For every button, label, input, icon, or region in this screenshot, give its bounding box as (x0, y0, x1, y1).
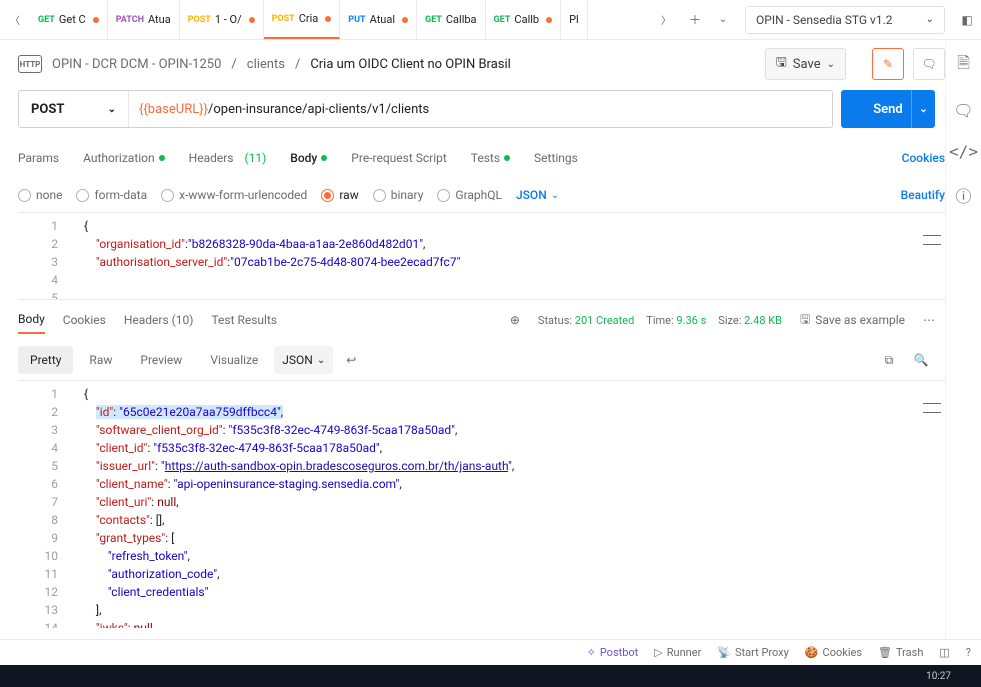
view-preview[interactable]: Preview (128, 346, 194, 374)
response-body-editor[interactable]: 1234567891011121314 { "id": "65c0e21e20a… (18, 380, 945, 628)
cookies-link[interactable]: Cookies (902, 151, 945, 165)
request-tab[interactable]: GETGet C (30, 0, 108, 39)
comment-request-icon[interactable]: 🗨 (913, 48, 945, 80)
request-tab[interactable]: POSTCria (264, 0, 341, 39)
resp-code: { "id": "65c0e21e20a7aa759dffbcc4", "sof… (18, 381, 945, 628)
request-tabs: Params Authorization Headers (11) Body P… (18, 138, 945, 178)
clock: 10:27 (926, 671, 951, 682)
right-rail: 🗎 🗨 </> ⓘ (945, 40, 981, 640)
method-select[interactable]: POST⌄ (19, 91, 129, 127)
body-xwww[interactable]: x-www-form-urlencoded (161, 188, 307, 202)
tab-prerequest[interactable]: Pre-request Script (351, 151, 446, 165)
start-proxy-button[interactable]: 📡 Start Proxy (717, 646, 789, 659)
cookies-button[interactable]: 🍪 Cookies (805, 646, 862, 659)
body-formdata[interactable]: form-data (76, 188, 147, 202)
request-tab[interactable]: GETCallb (486, 0, 562, 39)
beautify-link[interactable]: Beautify (901, 188, 945, 202)
body-type-row: none form-data x-www-form-urlencoded raw… (18, 178, 945, 212)
environment-label: OPIN - Sensedia STG v1.2 (756, 13, 893, 27)
request-tab[interactable]: GETCallba (417, 0, 486, 39)
response-lang-select[interactable]: JSON⌄ (274, 346, 333, 374)
code-icon[interactable]: </> (949, 142, 978, 161)
tab-tests[interactable]: Tests (471, 151, 510, 165)
env-quicklook-icon[interactable]: ◧ (953, 6, 981, 34)
copy-icon[interactable]: ⧉ (875, 346, 903, 374)
save-button[interactable]: 🖫 Save ⌄ (765, 48, 846, 80)
resp-collapse-icon[interactable] (923, 403, 941, 413)
tab-body[interactable]: Body (290, 151, 327, 165)
body-binary[interactable]: binary (373, 188, 424, 202)
url-box: POST⌄ {{baseURL}}/open-insurance/api-cli… (18, 90, 833, 128)
tab-headers[interactable]: Headers (11) (189, 151, 267, 165)
status-bar: ✧ Postbot ▷ Runner 📡 Start Proxy 🍪 Cooki… (0, 639, 981, 665)
status-group: Status: 201 Created Time: 9.36 s Size: 2… (538, 314, 782, 327)
request-body-editor[interactable]: 12345 { "organisation_id":"b8268328-90da… (18, 212, 945, 300)
view-raw[interactable]: Raw (77, 346, 124, 374)
resp-tab-testresults[interactable]: Test Results (211, 313, 277, 327)
resp-tab-cookies[interactable]: Cookies (63, 313, 106, 327)
wrap-icon[interactable]: ↩ (337, 346, 365, 374)
response-tabs: Body Cookies Headers (10) Test Results ⊕… (18, 300, 945, 340)
save-as-example[interactable]: 🖫 Save as example (800, 310, 905, 331)
tab-next[interactable]: 〉 (651, 0, 681, 39)
request-tab[interactable]: PUTAtual (340, 0, 417, 39)
resp-gutter: 1234567891011121314 (18, 381, 74, 628)
postbot-button[interactable]: ✧ Postbot (587, 646, 639, 659)
tab-authorization[interactable]: Authorization (83, 151, 165, 165)
view-visualize[interactable]: Visualize (198, 346, 270, 374)
http-icon: HTTP (18, 55, 42, 73)
runner-button[interactable]: ▷ Runner (654, 646, 701, 659)
body-graphql[interactable]: GraphQL (437, 188, 502, 202)
environment-select[interactable]: OPIN - Sensedia STG v1.2⌄ (745, 6, 945, 34)
gutter: 12345 (18, 213, 74, 299)
layout-icon[interactable]: ◫ (939, 646, 949, 659)
response-view-row: Pretty Raw Preview Visualize JSON⌄ ↩ ⧉ 🔍 (18, 340, 945, 380)
edit-icon[interactable]: ✎ (872, 48, 904, 80)
url-row: POST⌄ {{baseURL}}/open-insurance/api-cli… (18, 90, 945, 128)
body-none[interactable]: none (18, 188, 62, 202)
resp-tab-headers[interactable]: Headers (10) (124, 313, 194, 327)
url-input[interactable]: {{baseURL}}/open-insurance/api-clients/v… (129, 102, 439, 117)
body-lang-select[interactable]: JSON⌄ (516, 188, 559, 202)
collapse-icon[interactable] (923, 235, 941, 245)
tab-settings[interactable]: Settings (534, 151, 578, 165)
comments-icon[interactable]: 🗨 (953, 101, 973, 120)
os-taskbar: 10:27 (0, 665, 981, 687)
code-lines: { "organisation_id":"b8268328-90da-4baa-… (18, 213, 945, 289)
request-tab[interactable]: POST1 - O/ (180, 0, 264, 39)
breadcrumb-row: HTTP OPIN - DCR DCM - OPIN-1250 / client… (18, 40, 945, 88)
resp-tab-body[interactable]: Body (18, 312, 45, 334)
tab-prev[interactable]: 〈 (0, 0, 30, 39)
more-icon[interactable]: ⋯ (923, 313, 935, 327)
send-button[interactable]: Send⌄ (841, 90, 935, 128)
tab-menu[interactable]: ⌄ (709, 6, 737, 34)
tab-host: GETGet CPATCHAtuaPOST1 - O/POSTCriaPUTAt… (30, 0, 651, 39)
tab-params[interactable]: Params (18, 151, 59, 165)
info-icon[interactable]: ⓘ (955, 183, 971, 207)
request-tab[interactable]: PATCHAtua (108, 0, 180, 39)
help-icon[interactable]: ? (966, 646, 971, 659)
tab-bar: 〈 GETGet CPATCHAtuaPOST1 - O/POSTCriaPUT… (0, 0, 981, 40)
trash-button[interactable]: 🗑 Trash (878, 646, 923, 659)
send-dropdown[interactable]: ⌄ (911, 90, 935, 128)
breadcrumb-collection[interactable]: OPIN - DCR DCM - OPIN-1250 (52, 57, 221, 72)
search-icon[interactable]: 🔍 (907, 346, 935, 374)
body-raw[interactable]: raw (321, 188, 358, 202)
request-tab[interactable]: Pl (561, 0, 588, 39)
breadcrumb-folder[interactable]: clients (247, 57, 285, 72)
view-pretty[interactable]: Pretty (18, 346, 73, 374)
new-tab[interactable]: ＋ (681, 6, 709, 34)
network-icon[interactable]: ⊕ (510, 313, 520, 327)
doc-icon[interactable]: 🗎 (957, 52, 970, 79)
breadcrumb-request: Cria um OIDC Client no OPIN Brasil (310, 57, 511, 72)
